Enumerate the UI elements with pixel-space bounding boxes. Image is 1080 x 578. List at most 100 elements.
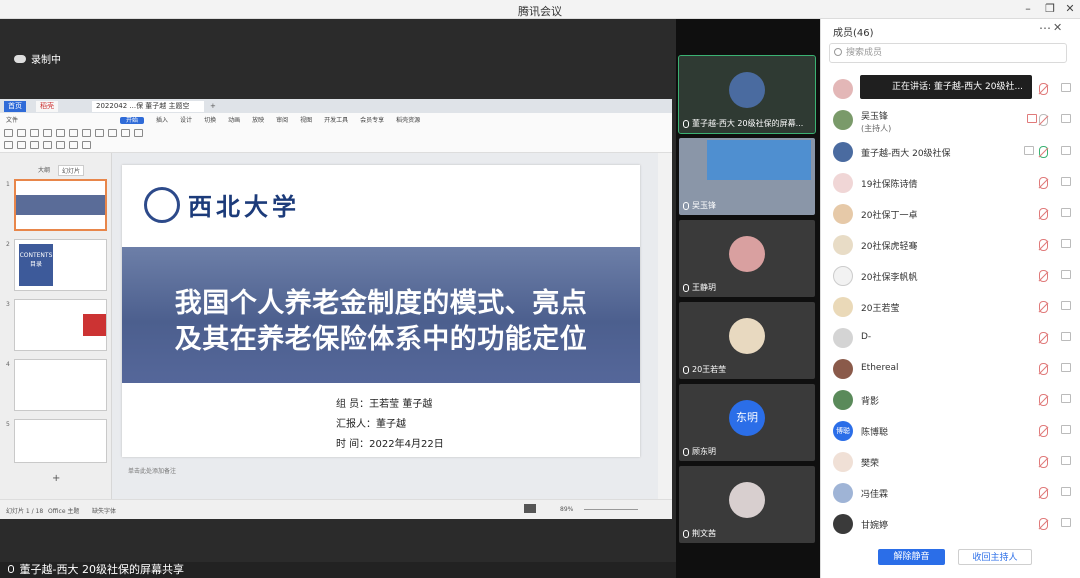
slide-thumbnail-1[interactable]	[14, 179, 107, 231]
section-icon[interactable]	[30, 141, 39, 149]
member-row[interactable]: 吴玉锋 (主持人)	[821, 105, 1079, 135]
tab-outline[interactable]: 大纲	[38, 165, 50, 174]
add-slide-icon[interactable]: +	[52, 473, 60, 484]
mic-icon[interactable]	[1039, 114, 1048, 126]
menu-design[interactable]: 设计	[174, 116, 198, 126]
tab-docer[interactable]: 稻壳	[36, 101, 58, 112]
video-icon[interactable]	[1061, 114, 1071, 123]
video-icon[interactable]	[1061, 239, 1071, 248]
video-icon[interactable]	[1061, 456, 1071, 465]
align-icon[interactable]	[95, 129, 104, 137]
underline-icon[interactable]	[43, 141, 52, 149]
member-row[interactable]: 20社保虎轻骞	[821, 230, 1079, 260]
video-tile[interactable]: 20王若莹	[679, 302, 815, 379]
close-icon[interactable]: ✕	[1062, 2, 1078, 16]
reclaim-host-button[interactable]: 收回主持人	[958, 549, 1032, 565]
video-icon[interactable]	[1061, 177, 1071, 186]
video-tile[interactable]: 吴玉锋	[679, 138, 815, 215]
video-icon[interactable]	[1061, 83, 1071, 92]
textbox-icon[interactable]	[108, 129, 117, 137]
menu-start-label[interactable]: 开始	[120, 117, 145, 124]
mic-muted-icon[interactable]	[1039, 425, 1048, 437]
reset-icon[interactable]	[17, 141, 26, 149]
video-icon[interactable]	[1061, 146, 1071, 155]
layout-icon[interactable]	[56, 129, 65, 137]
mic-muted-icon[interactable]	[1039, 301, 1048, 313]
menu-animation[interactable]: 动画	[222, 116, 246, 126]
play-icon[interactable]	[30, 129, 39, 137]
slideshow-button[interactable]	[524, 504, 536, 513]
paste-icon[interactable]	[4, 129, 13, 137]
mic-muted-icon[interactable]	[1039, 270, 1048, 282]
member-row[interactable]: 20王若莹	[821, 292, 1079, 322]
mic-muted-icon[interactable]	[1039, 177, 1048, 189]
member-row[interactable]: D-	[821, 323, 1079, 353]
mic-muted-icon[interactable]	[1039, 363, 1048, 375]
new-tab-icon[interactable]: +	[206, 101, 220, 112]
restore-icon[interactable]: ❐	[1042, 2, 1058, 16]
notes-placeholder[interactable]: 单击此处添加备注	[122, 465, 640, 479]
member-row[interactable]: 20社保李帆帆	[821, 261, 1079, 291]
new-slide-icon[interactable]	[43, 129, 52, 137]
member-row[interactable]: Ethereal	[821, 354, 1079, 384]
mic-muted-icon[interactable]	[1039, 518, 1048, 530]
bold-icon[interactable]	[69, 129, 78, 137]
video-tile[interactable]: 王静玥	[679, 220, 815, 297]
slide-thumbnail-2[interactable]: CONTENTS 目录	[14, 239, 107, 291]
mic-muted-icon[interactable]	[1039, 332, 1048, 344]
video-icon[interactable]	[1061, 363, 1071, 372]
slide-thumbnail-4[interactable]	[14, 359, 107, 411]
member-row[interactable]: 甘婉婷	[821, 509, 1079, 539]
member-row[interactable]: 冯佳霖	[821, 478, 1079, 508]
close-panel-icon[interactable]: ✕	[1053, 21, 1062, 34]
shape-icon[interactable]	[121, 129, 130, 137]
tab-slides[interactable]: 幻灯片	[58, 165, 85, 176]
video-icon[interactable]	[1061, 332, 1071, 341]
mic-muted-icon[interactable]	[1039, 83, 1048, 95]
member-row[interactable]: 19社保陈诗倩	[821, 168, 1079, 198]
member-row[interactable]: 背影	[821, 385, 1079, 415]
member-row[interactable]: 博聪 陈博聪	[821, 416, 1079, 446]
format-icon[interactable]	[4, 141, 13, 149]
mic-active-icon[interactable]	[1039, 146, 1048, 158]
menu-docer-res[interactable]: 稻壳资源	[390, 116, 426, 126]
menu-review[interactable]: 审阅	[270, 116, 294, 126]
missing-font[interactable]: 缺失字体	[92, 506, 116, 515]
video-icon[interactable]	[1061, 208, 1071, 217]
find-icon[interactable]	[134, 129, 143, 137]
member-search-input[interactable]: 搜索成员	[829, 43, 1067, 63]
mic-muted-icon[interactable]	[1039, 487, 1048, 499]
member-row[interactable]: 董子越-西大 20级社保	[821, 137, 1079, 167]
minimize-icon[interactable]: –	[1020, 2, 1036, 16]
video-icon[interactable]	[1061, 425, 1071, 434]
zoom-slider[interactable]	[584, 509, 638, 510]
more-icon[interactable]: ⋯	[1039, 21, 1051, 35]
tab-home[interactable]: 首页	[4, 101, 26, 112]
italic-icon[interactable]	[82, 129, 91, 137]
menu-devtools[interactable]: 开发工具	[318, 116, 354, 126]
tab-document[interactable]: 2022042 ...保 董子越 主题空	[92, 101, 204, 112]
video-icon[interactable]	[1061, 394, 1071, 403]
current-slide[interactable]: 西北大学 我国个人养老金制度的模式、亮点 及其在养老保险体系中的功能定位 组 员…	[122, 165, 640, 457]
member-row[interactable]: 20社保丁一卓	[821, 199, 1079, 229]
unmute-all-button[interactable]: 解除静音	[878, 549, 945, 565]
mic-muted-icon[interactable]	[1039, 208, 1048, 220]
menu-insert[interactable]: 插入	[150, 116, 174, 126]
menu-transition[interactable]: 切换	[198, 116, 222, 126]
mic-muted-icon[interactable]	[1039, 456, 1048, 468]
video-tile[interactable]: 董子越-西大 20级社保的屏幕...	[678, 55, 816, 134]
select-icon[interactable]	[82, 141, 91, 149]
video-icon[interactable]	[1061, 487, 1071, 496]
member-row[interactable]: 樊荣	[821, 447, 1079, 477]
video-icon[interactable]	[1061, 518, 1071, 527]
menu-slideshow[interactable]: 放映	[246, 116, 270, 126]
font-color-icon[interactable]	[56, 141, 65, 149]
menu-file[interactable]: 文件	[0, 116, 24, 126]
menu-member[interactable]: 会员专享	[354, 116, 390, 126]
mic-muted-icon[interactable]	[1039, 394, 1048, 406]
mic-muted-icon[interactable]	[1039, 239, 1048, 251]
slide-thumbnail-5[interactable]	[14, 419, 107, 463]
menu-view[interactable]: 视图	[294, 116, 318, 126]
video-icon[interactable]	[1061, 270, 1071, 279]
video-tile[interactable]: 东明 顾东明	[679, 384, 815, 461]
